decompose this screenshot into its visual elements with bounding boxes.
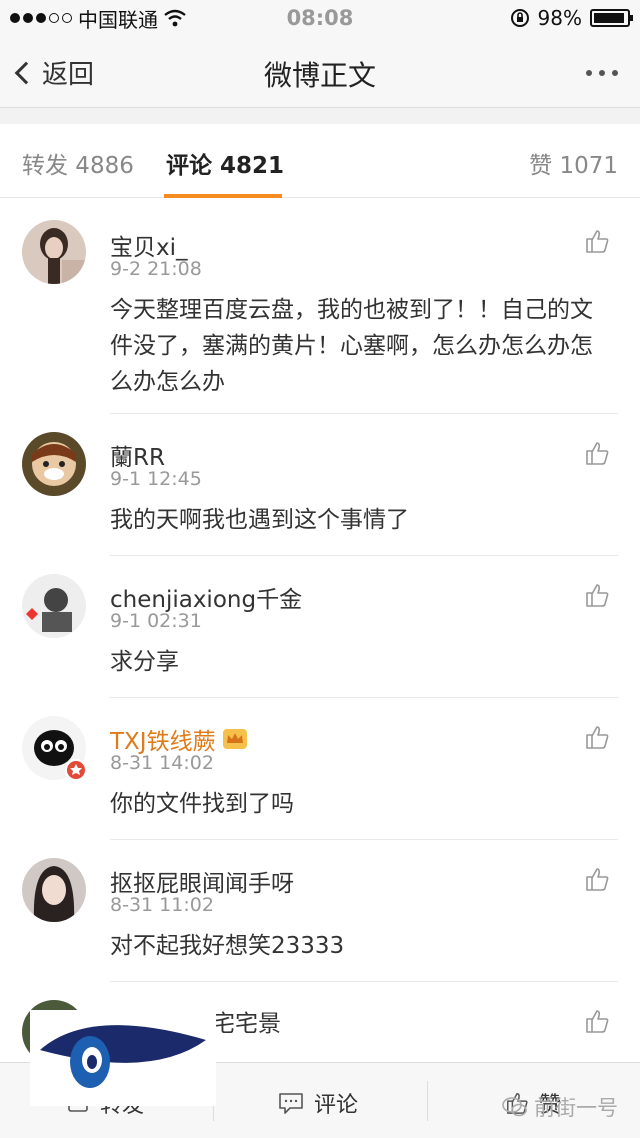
battery-icon: [590, 9, 633, 27]
comment-time: 8-31 14:02: [110, 752, 214, 774]
comment-text: 今天整理百度云盘，我的也被到了！！自己的文件没了，塞满的黄片！心塞啊，怎么办怎么…: [110, 297, 593, 395]
comment-item: 蘭RR 9-1 12:45 我的天啊我也遇到这个事情了: [0, 414, 640, 556]
page-title: 微博正文: [263, 59, 376, 92]
avatar[interactable]: [22, 716, 87, 781]
comment-username[interactable]: 宅宅景: [212, 1004, 281, 1038]
crown-badge-icon: [222, 729, 247, 749]
thumbs-up-icon[interactable]: [584, 582, 610, 608]
comment-icon: [279, 1093, 303, 1114]
thumbs-up-icon[interactable]: [584, 440, 610, 466]
avatar[interactable]: [22, 220, 86, 284]
watermark-label: 前街一号: [534, 1096, 618, 1120]
comment-button[interactable]: 评论: [278, 1087, 358, 1119]
comment-username-label: TXJ铁线蕨: [110, 729, 216, 755]
more-options-button[interactable]: [586, 70, 618, 76]
comment-label: 评论: [314, 1093, 359, 1118]
thumbs-up-icon[interactable]: [584, 866, 610, 892]
watermark-logo: [30, 1010, 216, 1106]
comment-list: 宝贝xi_ 9-2 21:08 今天整理百度云盘，我的也被到了！！自己的文件没了…: [0, 198, 640, 1062]
comment-username[interactable]: 抠抠屁眼闻闻手呀: [110, 864, 294, 898]
comment-item: chenjiaxiong千金 9-1 02:31 求分享: [0, 556, 640, 698]
comment-text: 我的天啊我也遇到这个事情了: [110, 507, 409, 533]
comment-item: TXJ铁线蕨 8-31 14:02 你的文件找到了吗: [0, 698, 640, 840]
thumbs-up-icon[interactable]: [584, 1008, 610, 1034]
thumbs-up-icon[interactable]: [584, 724, 610, 750]
comment-time: 9-2 21:08: [110, 258, 202, 280]
comment-username[interactable]: chenjiaxiong千金: [110, 580, 302, 614]
comment-text: 求分享: [110, 649, 179, 675]
tab-repost[interactable]: 转发 4886: [22, 146, 134, 180]
comment-time: 9-1 02:31: [110, 610, 202, 632]
watermark-text: 前街一号: [502, 1092, 618, 1122]
avatar[interactable]: [22, 574, 86, 638]
battery-label: 98%: [537, 6, 582, 30]
comment-item: 宝贝xi_ 9-2 21:08 今天整理百度云盘，我的也被到了！！自己的文件没了…: [0, 198, 640, 414]
dot-icon: [599, 70, 605, 76]
comment-time: 9-1 12:45: [110, 468, 202, 490]
comment-text: 你的文件找到了吗: [110, 791, 294, 817]
status-right: 98%: [510, 6, 633, 30]
dot-icon: [586, 70, 592, 76]
avatar[interactable]: [22, 432, 86, 496]
status-bar: 中国联通 08:08 98%: [0, 0, 640, 36]
nav-bar: 返回 微博正文: [0, 36, 640, 108]
comment-username[interactable]: 蘭RR: [110, 438, 165, 472]
dot-icon: [612, 70, 618, 76]
tab-bar: 转发 4886 评论 4821 赞 1071: [0, 124, 640, 198]
comment-username[interactable]: TXJ铁线蕨: [110, 722, 248, 756]
comment-item: 抠抠屁眼闻闻手呀 8-31 11:02 对不起我好想笑23333: [0, 840, 640, 982]
thumbs-up-icon[interactable]: [584, 228, 610, 254]
avatar[interactable]: [22, 858, 86, 922]
comment-username[interactable]: 宝贝xi_: [110, 228, 188, 262]
tab-likes[interactable]: 赞 1071: [529, 146, 618, 180]
comment-text: 对不起我好想笑23333: [110, 933, 345, 959]
divider: [427, 1081, 428, 1121]
comment-time: 8-31 11:02: [110, 894, 214, 916]
rotation-lock-icon: [510, 9, 529, 27]
wechat-icon: [502, 1097, 527, 1117]
tab-comment[interactable]: 评论 4821: [166, 146, 284, 180]
